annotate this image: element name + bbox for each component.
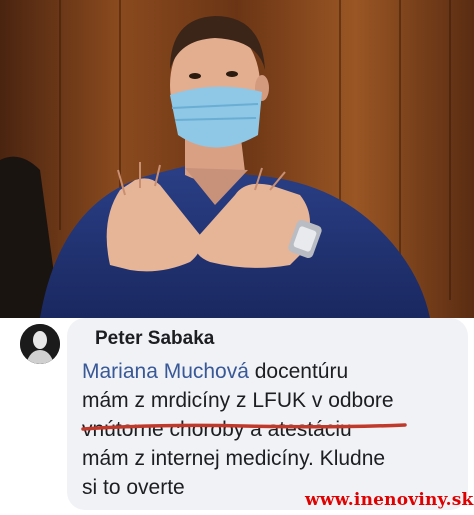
mention-link[interactable]: Mariana Muchová <box>82 360 249 383</box>
profile-avatar-icon[interactable] <box>20 324 60 364</box>
comment-section: Peter Sabaka Mariana Muchová docentúru m… <box>0 318 474 515</box>
doctor-photo <box>0 0 474 318</box>
comment-bubble: Peter Sabaka Mariana Muchová docentúru m… <box>67 318 468 510</box>
comment-line-1-rest: docentúru <box>248 360 349 383</box>
comment-line-3: vnútorne choroby a atestáciu <box>82 418 352 441</box>
comment-author[interactable]: Peter Sabaka <box>95 328 214 350</box>
watermark-text: www.inenoviny.sk <box>305 490 474 510</box>
comment-text: Mariana Muchová docentúru mám z mrdicíny… <box>82 357 462 502</box>
comment-line-2: mám z mrdicíny z LFUK v odbore <box>82 389 394 412</box>
comment-line-4: mám z internej medicíny. Kludne <box>82 447 386 470</box>
comment-line-1: Mariana Muchová docentúru <box>82 357 462 386</box>
